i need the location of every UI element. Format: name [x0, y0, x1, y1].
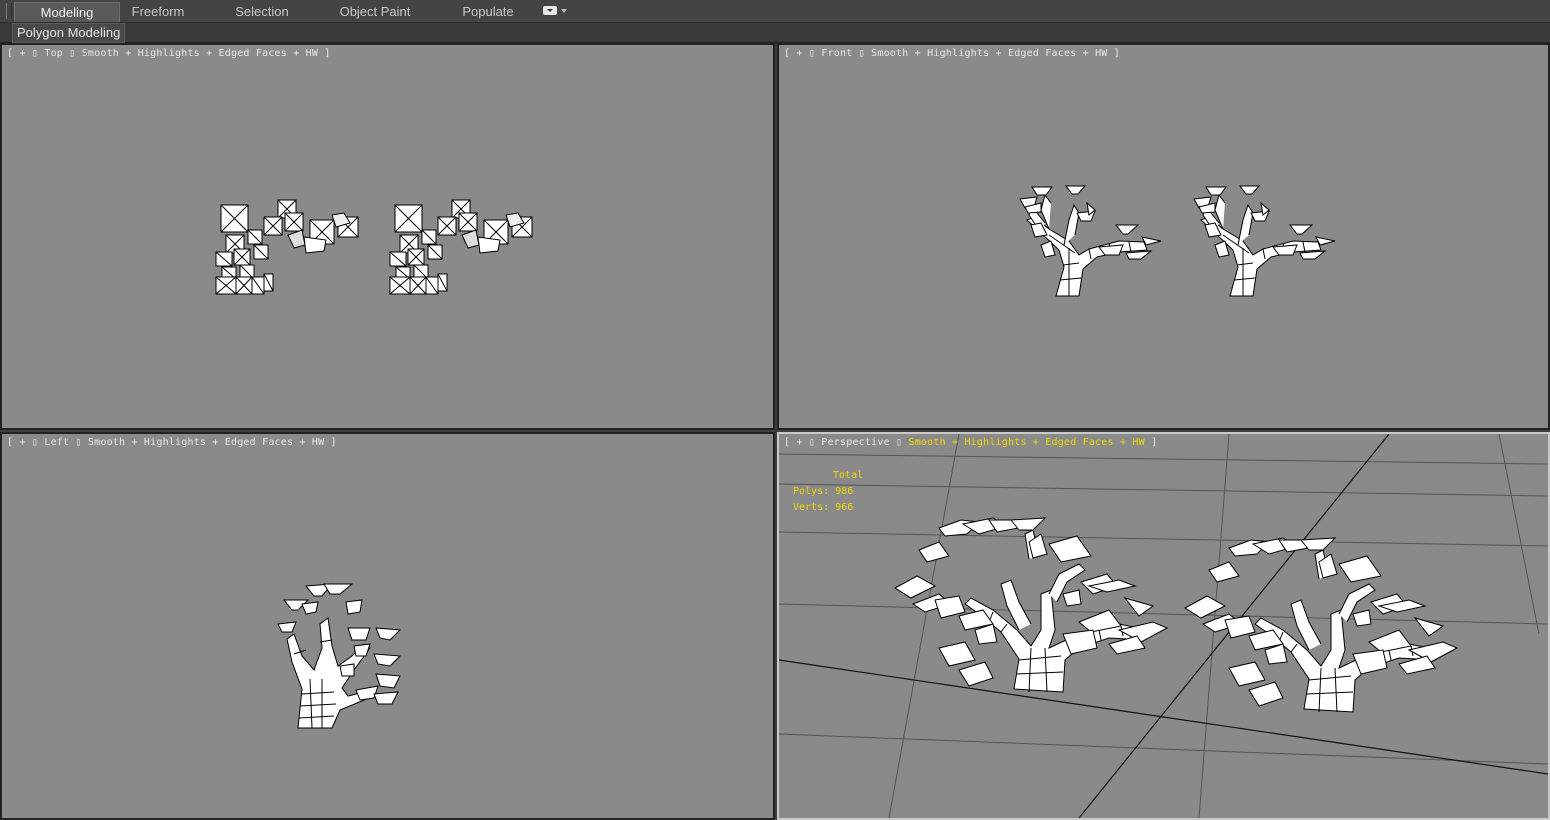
tab-freeform[interactable]: Freeform [118, 2, 198, 21]
ribbon-options-icon [543, 6, 557, 15]
tab-populate[interactable]: Populate [450, 2, 526, 21]
tree-front-view-2 [1193, 185, 1336, 297]
tree-perspective-1 [894, 517, 1169, 693]
tree-top-view-2 [389, 199, 533, 295]
front-view-scene [1019, 185, 1336, 297]
top-view-scene [215, 199, 533, 295]
viewport-shading-label[interactable]: Smooth + Highlights + Edged Faces + HW [908, 437, 1144, 448]
polygon-modeling-panel-button[interactable]: Polygon Modeling [12, 23, 126, 43]
tree-top-view-1 [215, 199, 359, 295]
ribbon-panel-bar: Polygon Modeling [0, 23, 1550, 43]
stats-polys-label: Polys: [793, 486, 830, 497]
perspective-view-scene [779, 434, 1548, 818]
stats-verts-label: Verts: [793, 502, 830, 513]
tab-object-paint[interactable]: Object Paint [330, 2, 420, 21]
viewport-menu-plus[interactable]: + [796, 437, 802, 448]
viewport-label-perspective: [ + ▯ Perspective ▯ Smooth + Highlights … [784, 437, 1158, 448]
stats-verts-value: 966 [835, 502, 854, 513]
tree-front-view-1 [1019, 185, 1162, 297]
ribbon-tab-bar: Modeling Freeform Selection Object Paint… [0, 0, 1550, 23]
ribbon-grip[interactable] [6, 3, 12, 19]
stats-title: Total [833, 470, 864, 481]
viewport-top[interactable]: [ + ▯ Top ▯ Smooth + Highlights + Edged … [0, 43, 775, 430]
viewport-left[interactable]: [ + ▯ Left ▯ Smooth + Highlights + Edged… [0, 432, 775, 820]
tree-perspective-2 [1184, 537, 1458, 713]
stats-polys-row: Polys: 986 [793, 484, 863, 500]
ribbon-options-dropdown[interactable] [543, 5, 567, 17]
chevron-down-icon [561, 9, 567, 13]
tree-left-view [277, 583, 402, 729]
tab-modeling[interactable]: Modeling [14, 2, 120, 22]
tab-selection[interactable]: Selection [222, 2, 302, 21]
stats-verts-row: Verts: 966 [793, 500, 863, 516]
statistics-overlay: Total Polys: 986 Verts: 966 [793, 468, 863, 516]
viewport-front[interactable]: [ + ▯ Front ▯ Smooth + Highlights + Edge… [777, 43, 1550, 430]
left-view-scene [277, 583, 402, 729]
viewport-perspective[interactable]: [ + ▯ Perspective ▯ Smooth + Highlights … [777, 432, 1550, 820]
stats-polys-value: 986 [835, 486, 854, 497]
viewport-point-of-view-label[interactable]: Perspective [821, 437, 889, 448]
